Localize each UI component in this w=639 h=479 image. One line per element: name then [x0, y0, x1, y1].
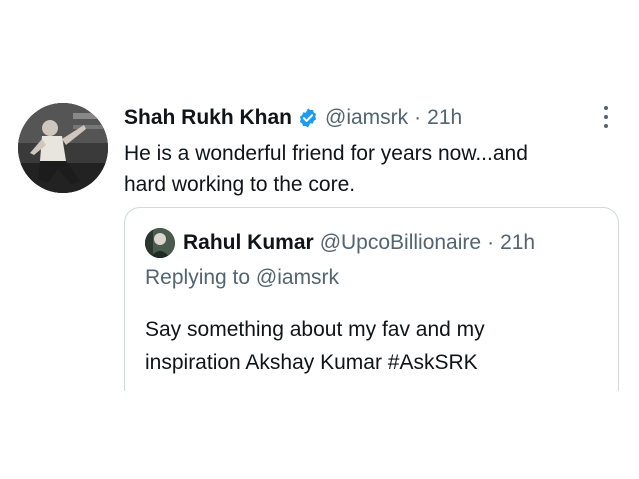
quoted-tweet-header: Rahul Kumar @UpcoBillionaire · 21h [145, 228, 535, 258]
quoted-avatar-photo [145, 228, 175, 258]
tweet-text-line: hard working to the core. [124, 173, 356, 196]
replying-to-label: Replying to [145, 266, 251, 289]
tweet-timestamp[interactable]: 21h [427, 106, 462, 130]
header-separator: · [414, 106, 422, 129]
quoted-tweet-card[interactable]: Rahul Kumar @UpcoBillionaire · 21h Reply… [124, 207, 619, 391]
quoted-author-handle: @UpcoBillionaire [319, 231, 482, 254]
tweet-text-line: He is a wonderful friend for years now..… [124, 142, 528, 165]
replying-to-line: Replying to @iamsrk [145, 266, 339, 290]
replying-to-handle[interactable]: @iamsrk [256, 266, 339, 289]
quoted-author-name: Rahul Kumar [183, 231, 314, 254]
quoted-text-line: inspiration Akshay Kumar #AskSRK [145, 351, 478, 374]
quoted-author-avatar [145, 228, 175, 258]
quoted-text-line: Say something about my fav and my [145, 318, 485, 341]
avatar-photo [18, 103, 108, 193]
author-avatar[interactable] [18, 103, 108, 193]
more-dot [604, 115, 608, 119]
verified-badge-icon [299, 108, 317, 128]
tweet-text: He is a wonderful friend for years now..… [124, 138, 614, 200]
author-handle[interactable]: @iamsrk [325, 106, 408, 130]
more-dot [604, 124, 608, 128]
more-dot [604, 106, 608, 110]
author-name[interactable]: Shah Rukh Khan [124, 106, 292, 130]
tweet-page: Shah Rukh Khan @iamsrk · 21h He is a won… [0, 0, 639, 479]
quoted-header-separator: · [487, 231, 495, 254]
quoted-tweet-text: Say something about my fav and my inspir… [145, 313, 605, 379]
quoted-tweet-timestamp: 21h [500, 231, 536, 254]
tweet-header: Shah Rukh Khan @iamsrk · 21h [124, 103, 462, 133]
more-vertical-icon[interactable] [596, 104, 616, 130]
